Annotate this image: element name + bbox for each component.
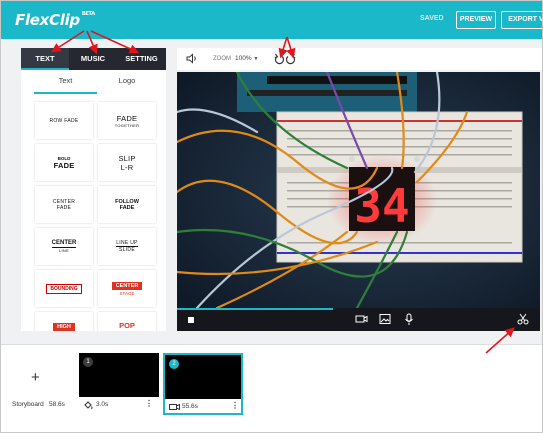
saved-status: SAVED [420, 15, 444, 22]
paint-bucket-icon[interactable] [83, 400, 93, 410]
text-style-slip-lr[interactable]: SLIP L-R [98, 144, 156, 181]
caret-down-icon: ▼ [253, 56, 259, 62]
tile-label: BOUNDING [46, 283, 82, 294]
panel-tabs: TEXT MUSIC SETTING [21, 48, 166, 70]
tile-sublabel: LINE [58, 248, 70, 253]
tile-label: FADE [116, 113, 138, 123]
tile-sublabel: STAGE [119, 290, 135, 296]
text-style-follow-fade[interactable]: FOLLOW FADE [98, 186, 156, 223]
text-style-high[interactable]: HIGH [35, 312, 93, 331]
text-style-bounding[interactable]: BOUNDING [35, 270, 93, 307]
scene-card[interactable]: 1 3.0s ⋮ [79, 353, 159, 415]
scene-duration: 55.6s [182, 403, 198, 410]
storyboard: + Storyboard 58.6s 1 3.0s ⋮ 2 55.6s ⋮ [1, 344, 542, 432]
tab-setting[interactable]: SETTING [117, 48, 166, 70]
text-style-center-stage[interactable]: CENTER STAGE [98, 270, 156, 307]
text-style-pop[interactable]: POP [98, 312, 156, 331]
subtab-logo[interactable]: Logo [97, 70, 157, 94]
text-style-fade-together[interactable]: FADE TOGETHER [98, 102, 156, 139]
image-icon[interactable] [379, 313, 391, 325]
video-camera-icon[interactable] [355, 313, 368, 325]
video-preview[interactable]: 34 [177, 72, 540, 308]
text-style-center-fade[interactable]: CENTER FADE [35, 186, 93, 223]
scene-number: 1 [83, 357, 93, 367]
scissors-icon[interactable] [517, 313, 529, 325]
tile-label: CENTER [51, 240, 77, 248]
scene-duration: 3.0s [96, 401, 109, 408]
tile-sublabel: FADE [119, 204, 135, 211]
tile-sublabel: TOGETHER [114, 122, 140, 128]
more-options-icon[interactable]: ⋮ [145, 399, 153, 408]
panel-subtabs: Text Logo [21, 70, 166, 94]
app-logo[interactable]: FlexClip BETA [15, 11, 95, 29]
editor-toolbar: ZOOM 100% ▼ [177, 48, 542, 70]
tile-sublabel: FADE [53, 160, 75, 170]
scene-number: 2 [169, 359, 179, 369]
seven-segment-digits: 34 [354, 179, 409, 233]
storyboard-duration: 58.6s [49, 401, 65, 408]
playback-progress[interactable] [177, 308, 334, 310]
zoom-label: ZOOM [213, 56, 231, 62]
volume-icon[interactable] [186, 53, 198, 64]
redo-icon[interactable] [285, 53, 296, 65]
tile-sublabel: L-R [120, 162, 134, 172]
text-style-line-up-slide[interactable]: LINE UP SLIDE [98, 228, 156, 265]
more-options-icon[interactable]: ⋮ [231, 401, 239, 410]
add-scene-button[interactable]: + Storyboard 58.6s [1, 345, 71, 413]
export-video-button[interactable]: EXPORT V [501, 11, 542, 29]
flexclip-editor: FlexClip BETA SAVED PREVIEW EXPORT V TEXT… [0, 0, 543, 433]
tile-label: CENTER [111, 281, 143, 290]
zoom-value: 100% [235, 55, 252, 62]
subtab-text[interactable]: Text [34, 70, 97, 94]
tile-label: LINE UP [116, 240, 138, 247]
preview-button[interactable]: PREVIEW [456, 11, 496, 29]
tile-label: POP [119, 321, 135, 330]
text-style-row-fade[interactable]: ROW FADE [35, 102, 93, 139]
tile-label: HIGH [53, 323, 75, 331]
text-style-bold-fade[interactable]: BOLD FADE [35, 144, 93, 181]
tile-sublabel: FADE [56, 204, 72, 211]
playback-controls [177, 308, 540, 331]
tab-music[interactable]: MUSIC [69, 48, 117, 70]
storyboard-label: Storyboard [12, 401, 44, 408]
left-panel: TEXT MUSIC SETTING Text Logo ROW FADE FA… [21, 48, 166, 331]
logo-text: FlexClip [15, 11, 80, 29]
video-camera-icon[interactable] [169, 402, 180, 412]
text-style-center-line[interactable]: CENTER LINE [35, 228, 93, 265]
tab-text[interactable]: TEXT [21, 48, 69, 70]
zoom-select[interactable]: 100% ▼ [235, 55, 258, 62]
stop-button[interactable] [188, 317, 194, 323]
tile-sublabel: SLIDE [119, 247, 135, 253]
top-bar: FlexClip BETA SAVED PREVIEW EXPORT V [1, 1, 542, 39]
tile-label: ROW FADE [49, 117, 79, 124]
tile-label: SLIP [118, 153, 136, 163]
plus-icon: + [31, 369, 40, 386]
scene-card-selected[interactable]: 2 55.6s ⋮ [163, 353, 243, 415]
video-frame: 34 [177, 72, 540, 308]
undo-icon[interactable] [274, 53, 285, 65]
microphone-icon[interactable] [404, 313, 414, 326]
beta-badge: BETA [81, 11, 95, 17]
